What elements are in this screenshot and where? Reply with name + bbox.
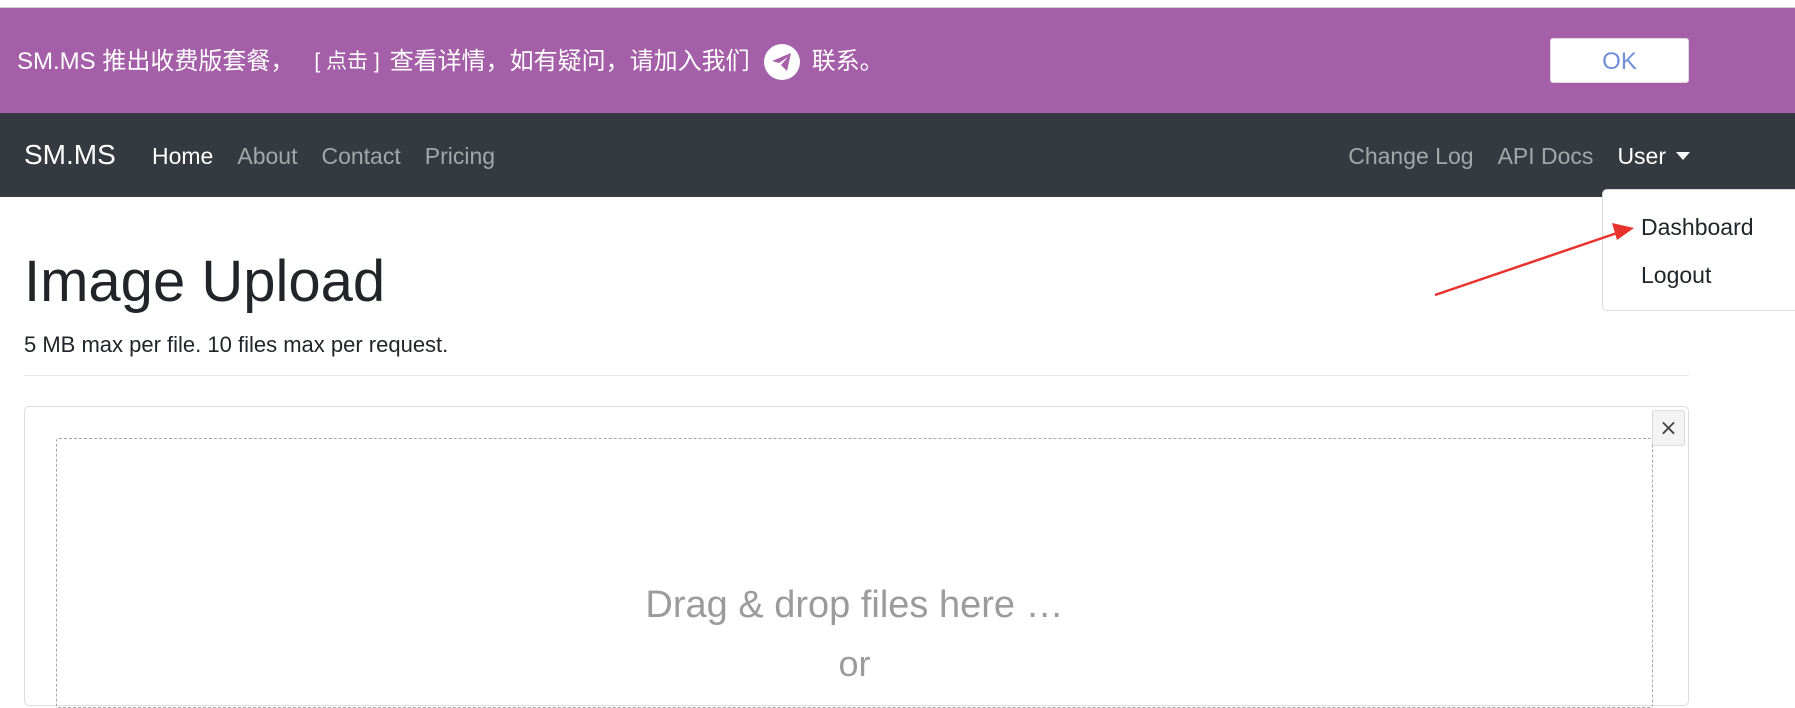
banner-text-after: 联系。 (811, 48, 884, 75)
user-menu-toggle[interactable]: User (1617, 141, 1690, 171)
nav-right: Change Log API Docs User (1324, 141, 1690, 171)
caret-down-icon (1676, 152, 1690, 160)
user-dropdown-menu: Dashboard Logout (1602, 189, 1795, 311)
telegram-icon[interactable] (763, 44, 800, 80)
page-title: Image Upload (24, 249, 386, 314)
nav-contact[interactable]: Contact (321, 141, 400, 171)
brand-logo[interactable]: SM.MS (24, 137, 116, 173)
nav-home[interactable]: Home (152, 141, 213, 171)
upload-limits-text: 5 MB max per file. 10 files max per requ… (24, 332, 449, 357)
nav-pricing[interactable]: Pricing (425, 141, 495, 171)
ok-button[interactable]: OK (1550, 38, 1689, 83)
or-text: or (838, 643, 871, 684)
banner-message: SM.MS 推出收费版套餐， [ 点击 ] 查看详情，如有疑问，请加入我们 联系… (17, 44, 884, 80)
banner-details-link[interactable]: [ 点击 ] (314, 46, 379, 78)
banner-text-before: SM.MS 推出收费版套餐， (17, 48, 295, 75)
nav-api-docs[interactable]: API Docs (1498, 141, 1594, 171)
close-button[interactable]: × (1652, 410, 1685, 446)
announcement-banner: SM.MS 推出收费版套餐， [ 点击 ] 查看详情，如有疑问，请加入我们 联系… (0, 8, 1795, 113)
drop-zone-text: Drag & drop files here … (645, 584, 1064, 626)
nav-left: Home About Contact Pricing (152, 141, 519, 171)
user-label: User (1617, 143, 1666, 169)
nav-about[interactable]: About (237, 141, 297, 171)
top-edge (0, 0, 1795, 8)
navbar: SM.MS Home About Contact Pricing Change … (0, 113, 1795, 197)
dropdown-item-dashboard[interactable]: Dashboard (1641, 212, 1754, 242)
divider (24, 375, 1689, 376)
dropdown-item-logout[interactable]: Logout (1641, 260, 1711, 290)
nav-change-log[interactable]: Change Log (1348, 141, 1473, 171)
banner-text-middle: 查看详情，如有疑问，请加入我们 (389, 48, 750, 75)
